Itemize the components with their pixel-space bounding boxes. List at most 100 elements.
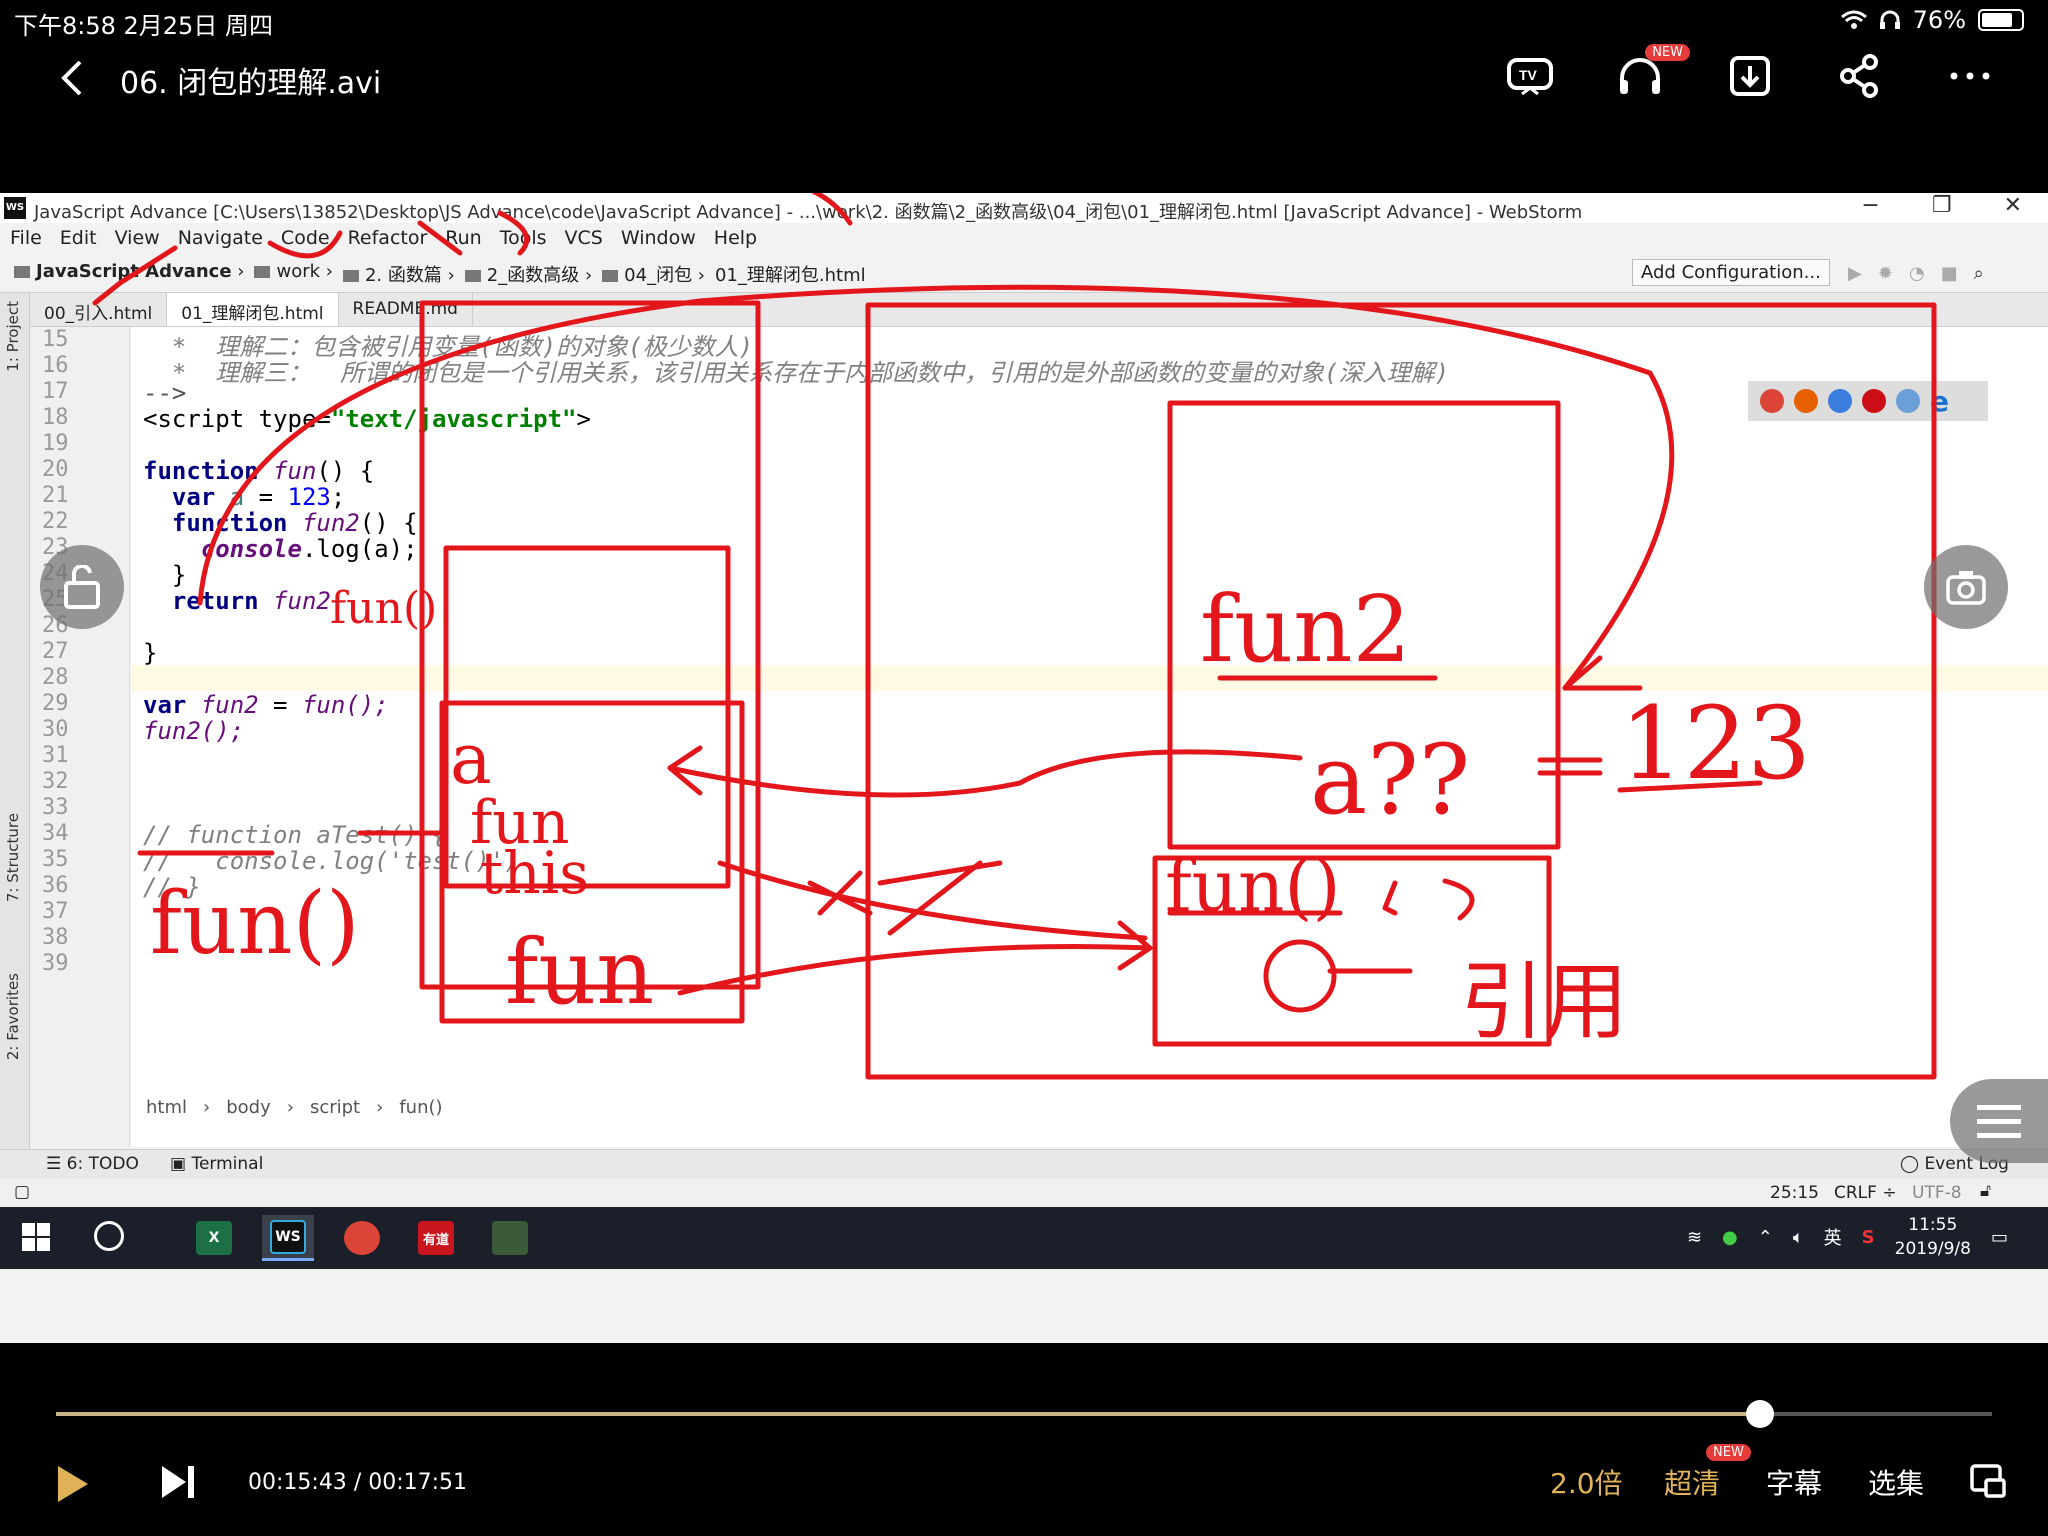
minimize-icon: − xyxy=(1861,193,1880,218)
safari-icon xyxy=(1828,389,1852,413)
run-icon: ▶ xyxy=(1848,263,1862,284)
code-line: // function aTest() { xyxy=(143,821,447,849)
line-number: 18 xyxy=(42,405,69,430)
new-badge: NEW xyxy=(1645,44,1690,61)
terminal-tool: ▣ Terminal xyxy=(170,1154,264,1174)
editor-crumb: script xyxy=(309,1097,361,1118)
play-button[interactable] xyxy=(56,1464,90,1508)
code-line: return fun2 xyxy=(143,587,331,615)
menu-vcs: VCS xyxy=(564,227,603,249)
close-icon: ✕ xyxy=(2003,193,2022,218)
total-time: 00:17:51 xyxy=(368,1470,468,1495)
pip-button[interactable] xyxy=(1970,1464,2006,1502)
line-number: 38 xyxy=(42,925,69,950)
notification-icon: ▭ xyxy=(1990,1226,2008,1248)
screenshot-button[interactable] xyxy=(1924,545,2008,629)
line-number: 22 xyxy=(42,509,69,534)
speed-button[interactable]: 2.0倍 xyxy=(1550,1462,1623,1502)
playback-controls: 00:15:43 / 00:17:51 2.0倍 超清 NEW 字幕 选集 xyxy=(0,1440,2048,1530)
menu-tools: Tools xyxy=(499,227,547,249)
crumb-folder: 04_闭包 › xyxy=(602,261,705,287)
status-time-date: 下午8:58 2月25日 周四 xyxy=(14,12,273,40)
line-number: 17 xyxy=(42,379,69,404)
taskbar-chrome xyxy=(336,1215,388,1261)
code-line: // } xyxy=(143,873,201,901)
episodes-button[interactable]: 选集 xyxy=(1868,1462,1924,1502)
code-line: fun2(); xyxy=(143,717,245,745)
line-number: 39 xyxy=(42,951,69,976)
code-line: // console.log('test()') xyxy=(143,847,519,875)
chevron-up-icon: ⌃ xyxy=(1757,1226,1773,1248)
code-line: var a = 123; xyxy=(143,483,346,511)
progress-bar[interactable] xyxy=(56,1400,1992,1428)
ide-editor-tabs: 00_引入.html 01_理解闭包.html README.md xyxy=(30,293,2048,327)
taskbar-excel: X xyxy=(188,1215,240,1261)
current-line-highlight xyxy=(131,665,2048,691)
code-line: } xyxy=(143,639,158,667)
ide-breadcrumb: JavaScript Advance › work › 2. 函数篇 › 2_函… xyxy=(14,261,866,287)
player-top-bar: 06. 闭包的理解.avi TV NEW xyxy=(0,42,2048,148)
video-title: 06. 闭包的理解.avi xyxy=(120,66,382,101)
menu-refactor: Refactor xyxy=(347,227,428,249)
edge-icon: e xyxy=(1930,384,1949,418)
tv-cast-button[interactable]: TV xyxy=(1502,48,1558,104)
line-number: 16 xyxy=(42,353,69,378)
structure-tool-label: 7: Structure xyxy=(4,813,22,903)
folder-icon xyxy=(14,266,30,278)
quality-button[interactable]: 超清 xyxy=(1664,1462,1720,1502)
ios-status-bar: 下午8:58 2月25日 周四 76% xyxy=(0,0,2048,42)
ide-nav-bar: JavaScript Advance › work › 2. 函数篇 › 2_函… xyxy=(0,253,2048,293)
audio-mode-button[interactable]: NEW xyxy=(1612,44,1690,104)
debug-icon: ✹ xyxy=(1877,263,1893,284)
tray-app-icon: ● xyxy=(1722,1226,1738,1248)
svg-text:TV: TV xyxy=(1519,67,1538,83)
restore-icon: ❐ xyxy=(1931,193,1952,218)
search-icon: ⌕ xyxy=(1973,263,1984,284)
stop-icon: ■ xyxy=(1940,263,1958,284)
cortana-icon xyxy=(94,1221,124,1251)
code-line: } xyxy=(143,561,187,589)
line-number: 27 xyxy=(42,639,69,664)
crumb-folder: 2. 函数篇 › xyxy=(342,261,455,287)
coverage-icon: ◔ xyxy=(1908,263,1925,284)
progress-fill xyxy=(56,1412,1760,1416)
share-button[interactable] xyxy=(1832,48,1888,104)
subtitle-button[interactable]: 字幕 xyxy=(1766,1462,1822,1502)
back-button[interactable] xyxy=(56,56,96,100)
project-tool-label: 1: Project xyxy=(4,301,22,372)
next-episode-button[interactable] xyxy=(160,1464,196,1504)
file-encoding: UTF-8 xyxy=(1912,1183,1962,1203)
code-line: function fun() { xyxy=(143,457,375,485)
headphones-icon xyxy=(1879,10,1900,29)
folder-icon xyxy=(342,270,359,282)
status-right-group: 76% xyxy=(1840,6,2024,34)
lock-screen-button[interactable] xyxy=(40,545,124,629)
line-number: 33 xyxy=(42,795,69,820)
line-number: 34 xyxy=(42,821,69,846)
tab-readme: README.md xyxy=(339,293,473,326)
more-icon xyxy=(1950,72,1990,80)
playlist-button[interactable] xyxy=(1950,1079,2048,1163)
line-number: 32 xyxy=(42,769,69,794)
layout-icon: ▢ xyxy=(14,1182,31,1202)
tv-icon: TV xyxy=(1507,58,1553,96)
todo-tool: ☰ 6: TODO xyxy=(46,1154,139,1174)
add-configuration-button: Add Configuration... xyxy=(1632,259,1830,286)
unlock-icon xyxy=(64,565,100,609)
window-controls: − ❐ ✕ xyxy=(1861,193,2022,218)
progress-thumb[interactable] xyxy=(1745,1400,1774,1428)
menu-help: Help xyxy=(713,227,758,249)
browser-preview-icons: e xyxy=(1748,381,1988,421)
wifi-icon xyxy=(1840,10,1867,29)
taskbar-youdao: 有道 xyxy=(410,1215,462,1261)
line-number: 30 xyxy=(42,717,69,742)
battery-icon xyxy=(1978,9,2024,31)
more-button[interactable] xyxy=(1942,48,1998,104)
sogou-icon: S xyxy=(1861,1226,1875,1248)
download-button[interactable] xyxy=(1722,48,1778,104)
code-line: console.log(a); xyxy=(143,535,418,563)
video-frame[interactable]: WS JavaScript Advance [C:\Users\13852\De… xyxy=(0,193,2048,1343)
ide-bottom-tool-bar: ☰ 6: TODO ▣ Terminal ◯ Event Log xyxy=(0,1149,2048,1179)
menu-window: Window xyxy=(620,227,696,249)
code-line: function fun2() { xyxy=(143,509,418,537)
